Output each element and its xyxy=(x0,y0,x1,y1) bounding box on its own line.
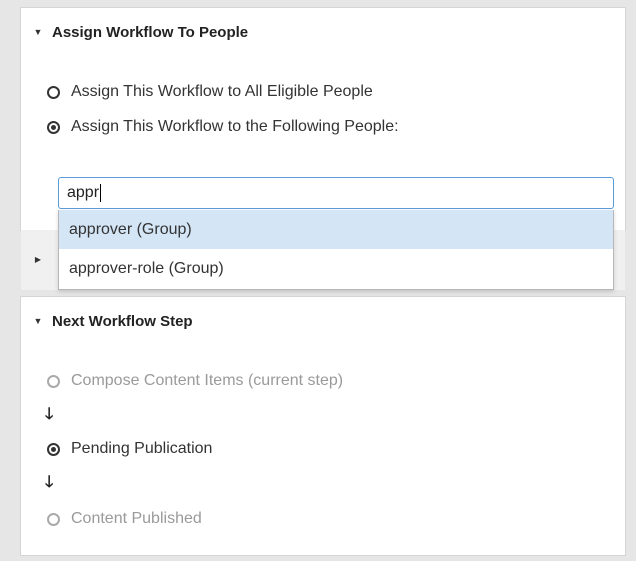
caret-down-icon[interactable]: ▼ xyxy=(31,27,45,37)
text-cursor xyxy=(100,184,102,202)
radio-label: Assign This Workflow to All Eligible Peo… xyxy=(71,83,373,100)
suggestion-item[interactable]: approver (Group) xyxy=(59,210,613,249)
autocomplete-dropdown: approver (Group) approver-role (Group) xyxy=(58,210,614,290)
arrow-down-icon: 🡓 xyxy=(45,474,54,491)
next-workflow-step-panel: ▼ Next Workflow Step Compose Content Ite… xyxy=(21,297,625,555)
next-step-panel-title: Next Workflow Step xyxy=(52,312,193,330)
radio-label: Content Published xyxy=(71,510,202,527)
people-search-input[interactable]: appr xyxy=(58,177,614,209)
radio-unchecked-icon[interactable] xyxy=(47,512,60,526)
step-option-content-published[interactable]: Content Published xyxy=(47,507,202,531)
assign-panel-title: Assign Workflow To People xyxy=(52,23,249,41)
radio-option-following-people[interactable]: Assign This Workflow to the Following Pe… xyxy=(47,115,399,139)
radio-label: Assign This Workflow to the Following Pe… xyxy=(71,118,399,135)
radio-label: Compose Content Items (current step) xyxy=(71,372,344,389)
next-step-panel-header[interactable]: ▼ Next Workflow Step xyxy=(21,297,625,345)
radio-option-all-people[interactable]: Assign This Workflow to All Eligible Peo… xyxy=(47,80,373,104)
arrow-down-icon: 🡓 xyxy=(45,406,54,423)
radio-checked-icon[interactable] xyxy=(47,442,60,456)
caret-right-icon[interactable]: ▶ xyxy=(31,256,45,264)
radio-unchecked-icon[interactable] xyxy=(47,374,60,388)
radio-checked-icon[interactable] xyxy=(47,120,60,134)
assign-panel-header[interactable]: ▼ Assign Workflow To People xyxy=(21,8,625,56)
radio-label: Pending Publication xyxy=(71,440,213,457)
radio-unchecked-icon[interactable] xyxy=(47,85,60,99)
step-option-pending-publication[interactable]: Pending Publication xyxy=(47,437,212,461)
step-option-compose[interactable]: Compose Content Items (current step) xyxy=(47,369,343,393)
suggestion-item[interactable]: approver-role (Group) xyxy=(59,249,613,288)
search-input-value: appr xyxy=(67,184,100,201)
caret-down-icon[interactable]: ▼ xyxy=(31,316,45,326)
assign-workflow-panel: ▼ Assign Workflow To People Assign This … xyxy=(21,8,625,230)
